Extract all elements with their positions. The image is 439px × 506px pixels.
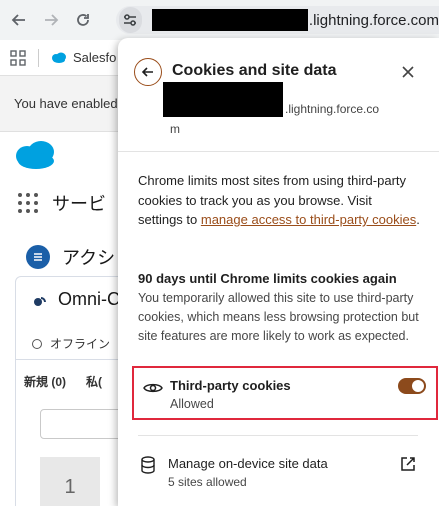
cookie-description: Chrome limits most sites from using thir… xyxy=(138,171,420,230)
omni-channel-icon xyxy=(34,296,46,306)
close-icon xyxy=(402,66,414,78)
limit-body: You temporarily allowed this site to use… xyxy=(138,291,419,343)
app-launcher-icon[interactable] xyxy=(18,193,38,213)
bookmark-label: Salesfo xyxy=(73,50,117,65)
browser-window: .lightning.force.com Salesfo You have en… xyxy=(0,0,439,506)
manage-data-status: 5 sites allowed xyxy=(168,475,247,489)
number-label: 1 xyxy=(64,475,76,498)
action-label: アクシ xyxy=(62,248,116,268)
database-icon xyxy=(141,456,155,474)
omni-header: Omni-C xyxy=(32,289,120,310)
app-name: サービ xyxy=(52,194,106,214)
site-info-button[interactable] xyxy=(119,7,142,33)
action-row: アクシ xyxy=(26,244,115,270)
address-bar[interactable]: .lightning.force.com xyxy=(116,6,439,34)
url-suffix: .lightning.force.com xyxy=(308,11,439,29)
tune-icon xyxy=(124,14,137,26)
arrow-right-icon xyxy=(45,14,59,26)
back-button[interactable] xyxy=(134,58,162,86)
app-launcher-row[interactable]: サービ xyxy=(18,190,106,216)
work-tabs: 新規 (0) 私( xyxy=(24,373,122,390)
apps-grid-icon[interactable] xyxy=(10,49,26,66)
salesforce-cloud-icon xyxy=(52,52,66,63)
reload-button[interactable] xyxy=(70,7,96,33)
bookmark-salesforce[interactable]: Salesfo xyxy=(51,50,116,65)
browser-toolbar: .lightning.force.com xyxy=(0,0,439,40)
third-party-label: Third-party cookies xyxy=(170,378,291,393)
reload-icon xyxy=(77,14,89,26)
eye-icon xyxy=(143,383,163,393)
arrow-left-icon xyxy=(11,14,25,26)
list-icon xyxy=(26,245,50,269)
description-end: . xyxy=(416,212,420,227)
tab-mine[interactable]: 私( xyxy=(86,375,102,389)
origin-suffix: .lightning.force.co xyxy=(285,102,380,116)
redacted-url-block xyxy=(151,9,308,31)
tab-new[interactable]: 新規 (0) xyxy=(24,375,66,389)
popup-title: Cookies and site data xyxy=(172,62,337,79)
offline-label: オフライン xyxy=(50,337,111,351)
close-button[interactable] xyxy=(398,62,418,82)
toggle-knob xyxy=(412,380,424,392)
omni-title: Omni-C xyxy=(58,289,120,309)
popup-divider-2 xyxy=(138,435,418,436)
notice-text: You have enabled xyxy=(14,96,118,111)
origin-suffix-end: m xyxy=(170,122,180,136)
number-box: 1 xyxy=(40,457,100,506)
third-party-cookies-row[interactable]: Third-party cookies Allowed xyxy=(132,366,438,420)
presence-status[interactable]: オフライン xyxy=(32,335,110,352)
salesforce-logo xyxy=(16,141,54,169)
redacted-origin-block xyxy=(163,82,283,117)
external-link-icon[interactable] xyxy=(400,456,416,472)
popup-divider xyxy=(118,151,439,152)
status-circle-icon xyxy=(32,338,42,349)
forward-nav-button[interactable] xyxy=(38,7,64,33)
third-party-toggle[interactable] xyxy=(398,378,426,394)
arrow-left-icon xyxy=(141,67,153,77)
manage-data-label[interactable]: Manage on-device site data xyxy=(168,456,328,471)
limit-title: 90 days until Chrome limits cookies agai… xyxy=(138,271,397,286)
third-party-status: Allowed xyxy=(170,397,214,411)
cookies-site-data-popup: Cookies and site data .lightning.force.c… xyxy=(118,38,439,506)
manage-cookies-link[interactable]: manage access to third-party cookies xyxy=(201,212,416,227)
bookmark-separator xyxy=(38,48,39,67)
back-nav-button[interactable] xyxy=(6,7,32,33)
